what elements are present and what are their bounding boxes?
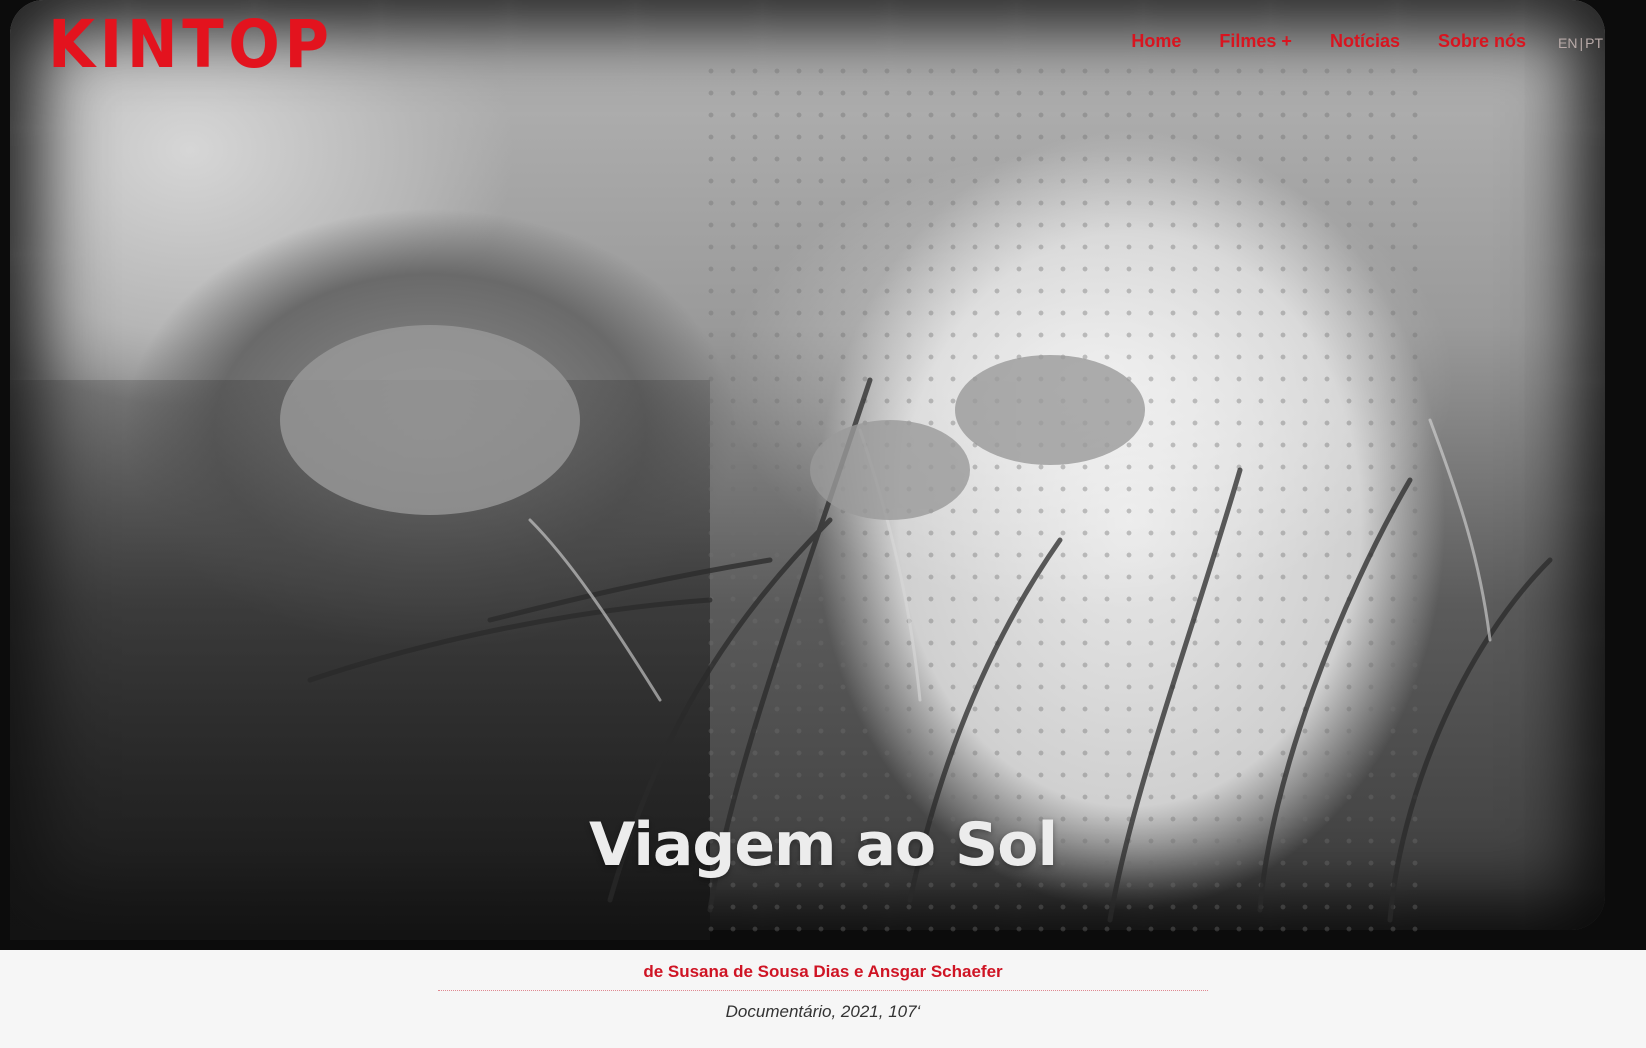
lang-pt[interactable]: PT bbox=[1585, 35, 1603, 51]
page-title: Viagem ao Sol bbox=[588, 810, 1058, 881]
nav-item-home[interactable]: Home bbox=[1131, 31, 1181, 52]
site-logo[interactable]: KINTOP bbox=[48, 6, 334, 83]
hero-section: KINTOP Home Filmes + Notícias Sobre nós … bbox=[0, 0, 1646, 950]
photo-grass bbox=[280, 325, 1553, 923]
divider bbox=[438, 990, 1208, 991]
lang-en[interactable]: EN bbox=[1558, 35, 1577, 51]
film-meta: Documentário, 2021, 107‘ bbox=[725, 1002, 921, 1021]
main-nav: Home Filmes + Notícias Sobre nós bbox=[1131, 31, 1526, 52]
nav-item-sobre-nos[interactable]: Sobre nós bbox=[1438, 31, 1526, 52]
language-switcher: EN | PT bbox=[1557, 35, 1604, 51]
film-info: de Susana de Sousa Dias e Ansgar Schaefe… bbox=[0, 950, 1646, 1048]
film-authors: de Susana de Sousa Dias e Ansgar Schaefe… bbox=[643, 962, 1003, 981]
hero-photo bbox=[10, 0, 1605, 940]
nav-item-noticias[interactable]: Notícias bbox=[1330, 31, 1400, 52]
lang-separator: | bbox=[1579, 35, 1584, 51]
nav-item-filmes[interactable]: Filmes + bbox=[1219, 31, 1292, 52]
